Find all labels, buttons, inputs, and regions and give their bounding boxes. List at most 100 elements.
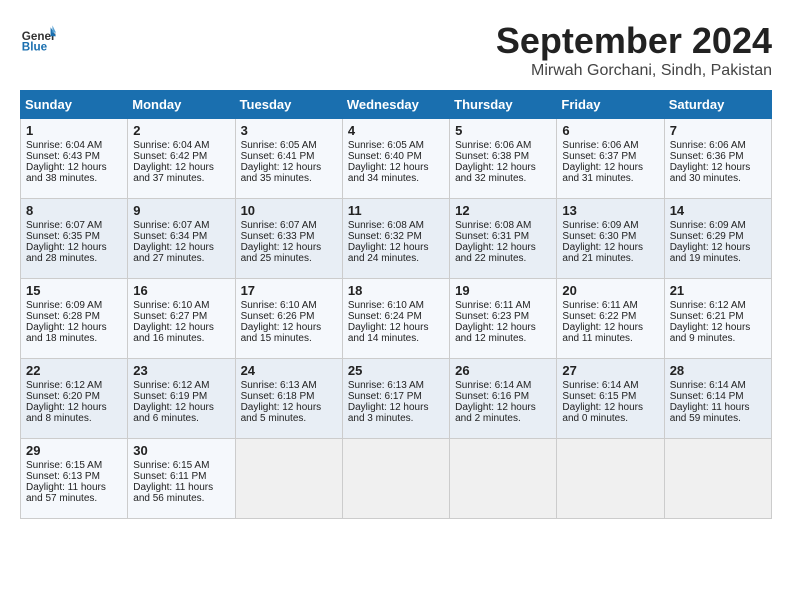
- sunset-text: Sunset: 6:36 PM: [670, 151, 744, 162]
- day-number: 24: [241, 363, 337, 378]
- day-number: 27: [562, 363, 658, 378]
- calendar-week-row: 22Sunrise: 6:12 AMSunset: 6:20 PMDayligh…: [21, 359, 772, 439]
- table-row: [450, 439, 557, 519]
- table-row: 29Sunrise: 6:15 AMSunset: 6:13 PMDayligh…: [21, 439, 128, 519]
- sunrise-text: Sunrise: 6:13 AM: [348, 380, 424, 391]
- calendar-week-row: 1Sunrise: 6:04 AMSunset: 6:43 PMDaylight…: [21, 119, 772, 199]
- day-number: 10: [241, 203, 337, 218]
- sunset-text: Sunset: 6:16 PM: [455, 391, 529, 402]
- table-row: 6 Sunrise: 6:06 AMSunset: 6:37 PMDaylight…: [557, 119, 664, 199]
- day-number: 30: [133, 443, 229, 458]
- daylight-text: Daylight: 12 hours and 15 minutes.: [241, 322, 322, 344]
- day-number: 4: [348, 123, 444, 138]
- daylight-text: Daylight: 12 hours and 35 minutes.: [241, 162, 322, 184]
- sunset-text: Sunset: 6:18 PM: [241, 391, 315, 402]
- calendar-table: Sunday Monday Tuesday Wednesday Thursday…: [20, 90, 772, 519]
- sunrise-text: Sunrise: 6:08 AM: [348, 220, 424, 231]
- title-block: September 2024 Mirwah Gorchani, Sindh, P…: [496, 20, 772, 80]
- sunset-text: Sunset: 6:29 PM: [670, 231, 744, 242]
- daylight-text: Daylight: 12 hours and 37 minutes.: [133, 162, 214, 184]
- daylight-text: Daylight: 12 hours and 18 minutes.: [26, 322, 107, 344]
- header-monday: Monday: [128, 91, 235, 119]
- sunset-text: Sunset: 6:30 PM: [562, 231, 636, 242]
- svg-text:Blue: Blue: [22, 41, 48, 54]
- sunrise-text: Sunrise: 6:11 AM: [562, 300, 637, 311]
- sunset-text: Sunset: 6:19 PM: [133, 391, 207, 402]
- table-row: [235, 439, 342, 519]
- day-number: 8: [26, 203, 122, 218]
- day-number: 28: [670, 363, 766, 378]
- sunrise-text: Sunrise: 6:09 AM: [26, 300, 102, 311]
- daylight-text: Daylight: 12 hours and 28 minutes.: [26, 242, 107, 264]
- daylight-text: Daylight: 12 hours and 24 minutes.: [348, 242, 429, 264]
- daylight-text: Daylight: 12 hours and 8 minutes.: [26, 402, 107, 424]
- day-number: 29: [26, 443, 122, 458]
- day-number: 6: [562, 123, 658, 138]
- sunset-text: Sunset: 6:21 PM: [670, 311, 744, 322]
- table-row: [664, 439, 771, 519]
- header-sunday: Sunday: [21, 91, 128, 119]
- daylight-text: Daylight: 12 hours and 19 minutes.: [670, 242, 751, 264]
- daylight-text: Daylight: 12 hours and 0 minutes.: [562, 402, 643, 424]
- daylight-text: Daylight: 12 hours and 16 minutes.: [133, 322, 214, 344]
- table-row: 11 Sunrise: 6:08 AMSunset: 6:32 PMDayligh…: [342, 199, 449, 279]
- sunrise-text: Sunrise: 6:05 AM: [348, 140, 424, 151]
- sunset-text: Sunset: 6:37 PM: [562, 151, 636, 162]
- table-row: 9Sunrise: 6:07 AMSunset: 6:34 PMDaylight…: [128, 199, 235, 279]
- table-row: 3Sunrise: 6:05 AMSunset: 6:41 PMDaylight…: [235, 119, 342, 199]
- sunrise-text: Sunrise: 6:10 AM: [133, 300, 209, 311]
- sunrise-text: Sunrise: 6:07 AM: [241, 220, 317, 231]
- day-number: 3: [241, 123, 337, 138]
- sunrise-text: Sunrise: 6:13 AM: [241, 380, 317, 391]
- daylight-text: Daylight: 12 hours and 9 minutes.: [670, 322, 751, 344]
- sunset-text: Sunset: 6:27 PM: [133, 311, 207, 322]
- table-row: 4Sunrise: 6:05 AMSunset: 6:40 PMDaylight…: [342, 119, 449, 199]
- sunrise-text: Sunrise: 6:07 AM: [133, 220, 209, 231]
- sunrise-text: Sunrise: 6:14 AM: [455, 380, 531, 391]
- table-row: 5Sunrise: 6:06 AMSunset: 6:38 PMDaylight…: [450, 119, 557, 199]
- sunset-text: Sunset: 6:15 PM: [562, 391, 636, 402]
- sunrise-text: Sunrise: 6:12 AM: [670, 300, 746, 311]
- page-header: General Blue September 2024 Mirwah Gorch…: [20, 20, 772, 80]
- daylight-text: Daylight: 11 hours and 56 minutes.: [133, 482, 213, 504]
- table-row: 14Sunrise: 6:09 AMSunset: 6:29 PMDayligh…: [664, 199, 771, 279]
- sunrise-text: Sunrise: 6:07 AM: [26, 220, 102, 231]
- sunset-text: Sunset: 6:11 PM: [133, 471, 206, 482]
- day-number: 11: [348, 203, 444, 218]
- sunrise-text: Sunrise: 6:06 AM: [562, 140, 638, 151]
- table-row: 30Sunrise: 6:15 AMSunset: 6:11 PMDayligh…: [128, 439, 235, 519]
- sunset-text: Sunset: 6:32 PM: [348, 231, 422, 242]
- daylight-text: Daylight: 12 hours and 12 minutes.: [455, 322, 536, 344]
- sunrise-text: Sunrise: 6:14 AM: [670, 380, 746, 391]
- table-row: 13Sunrise: 6:09 AMSunset: 6:30 PMDayligh…: [557, 199, 664, 279]
- table-row: 27Sunrise: 6:14 AMSunset: 6:15 PMDayligh…: [557, 359, 664, 439]
- sunrise-text: Sunrise: 6:08 AM: [455, 220, 531, 231]
- daylight-text: Daylight: 11 hours and 57 minutes.: [26, 482, 106, 504]
- daylight-text: Daylight: 12 hours and 31 minutes.: [562, 162, 643, 184]
- sunset-text: Sunset: 6:14 PM: [670, 391, 744, 402]
- sunset-text: Sunset: 6:22 PM: [562, 311, 636, 322]
- table-row: 24Sunrise: 6:13 AMSunset: 6:18 PMDayligh…: [235, 359, 342, 439]
- sunset-text: Sunset: 6:20 PM: [26, 391, 100, 402]
- daylight-text: Daylight: 12 hours and 11 minutes.: [562, 322, 643, 344]
- table-row: 25Sunrise: 6:13 AMSunset: 6:17 PMDayligh…: [342, 359, 449, 439]
- header-tuesday: Tuesday: [235, 91, 342, 119]
- calendar-header-row: Sunday Monday Tuesday Wednesday Thursday…: [21, 91, 772, 119]
- day-number: 18: [348, 283, 444, 298]
- sunset-text: Sunset: 6:40 PM: [348, 151, 422, 162]
- sunset-text: Sunset: 6:13 PM: [26, 471, 100, 482]
- daylight-text: Daylight: 12 hours and 3 minutes.: [348, 402, 429, 424]
- table-row: 8Sunrise: 6:07 AMSunset: 6:35 PMDaylight…: [21, 199, 128, 279]
- table-row: 28Sunrise: 6:14 AMSunset: 6:14 PMDayligh…: [664, 359, 771, 439]
- sunrise-text: Sunrise: 6:06 AM: [670, 140, 746, 151]
- table-row: 2Sunrise: 6:04 AMSunset: 6:42 PMDaylight…: [128, 119, 235, 199]
- daylight-text: Daylight: 12 hours and 22 minutes.: [455, 242, 536, 264]
- daylight-text: Daylight: 12 hours and 21 minutes.: [562, 242, 643, 264]
- table-row: 16Sunrise: 6:10 AMSunset: 6:27 PMDayligh…: [128, 279, 235, 359]
- day-number: 17: [241, 283, 337, 298]
- sunset-text: Sunset: 6:43 PM: [26, 151, 100, 162]
- table-row: 1Sunrise: 6:04 AMSunset: 6:43 PMDaylight…: [21, 119, 128, 199]
- sunrise-text: Sunrise: 6:06 AM: [455, 140, 531, 151]
- day-number: 1: [26, 123, 122, 138]
- day-number: 25: [348, 363, 444, 378]
